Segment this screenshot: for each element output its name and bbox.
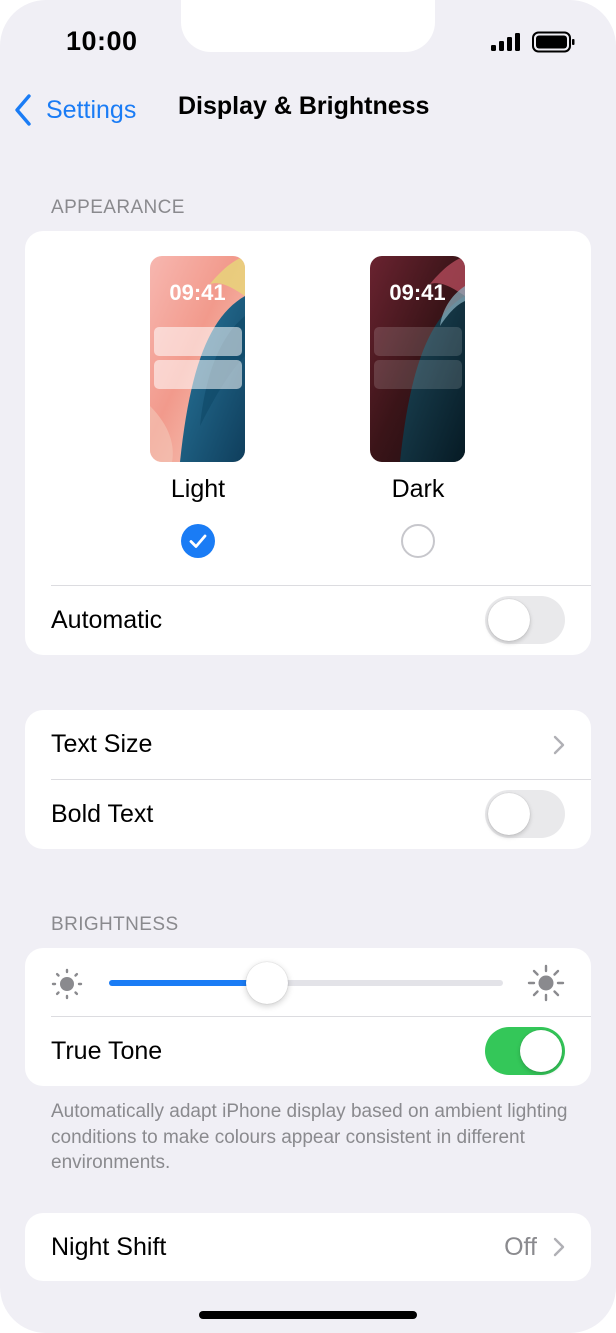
true-tone-footnote: Automatically adapt iPhone display based… bbox=[51, 1101, 568, 1173]
bold-text-row: Bold Text bbox=[25, 780, 591, 849]
true-tone-toggle[interactable] bbox=[485, 1027, 565, 1075]
light-mode-radio[interactable] bbox=[181, 524, 215, 558]
light-preview-time: 09:41 bbox=[169, 280, 226, 305]
bold-text-toggle[interactable] bbox=[485, 790, 565, 838]
light-mode-preview[interactable]: 09:41 bbox=[150, 256, 245, 462]
status-time: 10:00 bbox=[66, 26, 138, 56]
text-settings-card: Text Size Bold Text bbox=[25, 710, 591, 849]
sun-low-icon bbox=[51, 968, 83, 1000]
battery-icon bbox=[532, 31, 575, 53]
home-indicator bbox=[199, 1311, 417, 1319]
back-button-label: Settings bbox=[46, 95, 137, 124]
chevron-right-icon bbox=[553, 1237, 565, 1257]
toggle-knob bbox=[488, 793, 530, 835]
sun-high-icon bbox=[527, 964, 565, 1002]
bold-text-label: Bold Text bbox=[51, 800, 154, 828]
brightness-slider-fill bbox=[109, 980, 267, 986]
chevron-left-icon bbox=[15, 94, 31, 126]
checkmark-icon bbox=[189, 534, 207, 548]
dark-mode-radio[interactable] bbox=[401, 524, 435, 558]
page-title: Display & Brightness bbox=[178, 92, 430, 120]
settings-screen: 10:00 Settings Display & Brightness APPE… bbox=[0, 0, 616, 1333]
automatic-row: Automatic bbox=[25, 586, 591, 655]
appearance-header: APPEARANCE bbox=[51, 197, 185, 218]
automatic-toggle[interactable] bbox=[485, 596, 565, 644]
chevron-right-icon bbox=[553, 735, 565, 755]
appearance-card: 09:41 09:41 Light Dark Automatic bbox=[25, 231, 591, 655]
true-tone-row: True Tone bbox=[25, 1017, 591, 1086]
preview-widget bbox=[374, 327, 462, 356]
back-button[interactable]: Settings bbox=[12, 90, 136, 130]
brightness-header: BRIGHTNESS bbox=[51, 914, 179, 935]
text-size-label: Text Size bbox=[51, 730, 153, 758]
light-mode-label: Light bbox=[170, 475, 226, 503]
automatic-label: Automatic bbox=[51, 606, 163, 634]
brightness-slider[interactable] bbox=[109, 980, 503, 986]
device-notch bbox=[181, 0, 435, 52]
status-bar-icons bbox=[491, 31, 575, 53]
toggle-knob bbox=[520, 1030, 562, 1072]
dark-mode-label: Dark bbox=[391, 475, 445, 503]
brightness-card: True Tone bbox=[25, 948, 591, 1086]
night-shift-value: Off bbox=[504, 1233, 537, 1261]
brightness-slider-thumb[interactable] bbox=[245, 962, 288, 1004]
preview-widget bbox=[154, 360, 242, 389]
cellular-signal-icon bbox=[491, 33, 520, 51]
toggle-knob bbox=[488, 599, 530, 641]
night-shift-row[interactable]: Night Shift Off bbox=[25, 1213, 591, 1281]
true-tone-label: True Tone bbox=[51, 1037, 163, 1065]
dark-mode-preview[interactable]: 09:41 bbox=[370, 256, 465, 462]
night-shift-card: Night Shift Off bbox=[25, 1213, 591, 1281]
night-shift-label: Night Shift bbox=[51, 1233, 167, 1261]
preview-widget bbox=[154, 327, 242, 356]
dark-preview-time: 09:41 bbox=[389, 280, 446, 305]
preview-widget bbox=[374, 360, 462, 389]
text-size-row[interactable]: Text Size bbox=[25, 710, 591, 779]
